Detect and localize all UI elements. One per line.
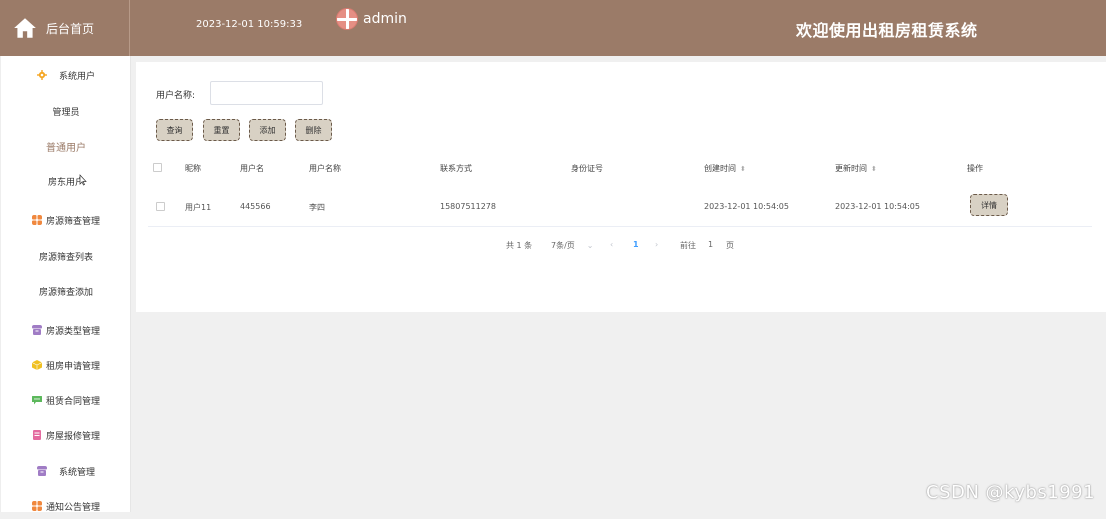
- column-header-actions: 操作: [967, 164, 983, 173]
- goto-page-input[interactable]: 1: [708, 240, 713, 249]
- sidebar-subitem-normal-users[interactable]: 普通用户: [1, 133, 131, 159]
- sidebar-item-listing-screening[interactable]: 房源筛查管理: [1, 207, 131, 233]
- reset-button[interactable]: 重置: [203, 119, 240, 141]
- cell-updated: 2023-12-01 10:54:05: [835, 202, 920, 211]
- pagination-total: 共 1 条: [506, 241, 533, 250]
- row-divider: [148, 226, 1092, 227]
- user-menu[interactable]: admin: [336, 8, 407, 30]
- column-header-fullname: 用户名称: [309, 164, 341, 173]
- sidebar-item-label: 管理员: [52, 107, 80, 118]
- cell-phone: 15807511278: [440, 202, 496, 211]
- column-header-created[interactable]: 创建时间 ⬍: [704, 163, 746, 174]
- home-icon: [14, 18, 36, 38]
- chat-icon: [31, 396, 42, 405]
- page-unit-label: 页: [726, 241, 734, 250]
- sidebar-item-system-users[interactable]: 系统用户: [1, 62, 131, 88]
- goto-label: 前往: [680, 241, 696, 250]
- sort-icon[interactable]: ⬍: [871, 165, 877, 173]
- cell-fullname: 李四: [309, 203, 325, 212]
- sidebar-item-rental-applications[interactable]: 租房申请管理: [1, 352, 131, 378]
- row-checkbox[interactable]: [156, 202, 165, 211]
- sidebar-item-label: 通知公告管理: [45, 502, 100, 513]
- sidebar-item-label: 房源类型管理: [45, 326, 100, 337]
- page-number-current[interactable]: 1: [633, 240, 639, 249]
- sidebar-item-repairs[interactable]: 房屋报修管理: [1, 422, 131, 448]
- page-size-select[interactable]: 7条/页 ⌄: [551, 240, 594, 251]
- column-header-phone: 联系方式: [440, 164, 472, 173]
- avatar: [336, 8, 358, 30]
- box-icon: [31, 325, 42, 335]
- cube-icon: [31, 360, 42, 370]
- column-header-updated-label: 更新时间: [835, 164, 867, 173]
- column-header-created-label: 创建时间: [704, 164, 736, 173]
- select-all-checkbox[interactable]: [153, 163, 162, 172]
- column-header-idcard: 身份证号: [571, 164, 603, 173]
- next-page-icon[interactable]: ›: [655, 240, 658, 249]
- sidebar-subitem-admin[interactable]: 管理员: [1, 98, 131, 124]
- column-header-nickname: 昵称: [185, 164, 201, 173]
- sidebar-item-label: 系统用户: [58, 71, 95, 82]
- chevron-down-icon: ⌄: [586, 241, 594, 250]
- sidebar-subitem-screening-list[interactable]: 房源筛查列表: [1, 243, 131, 269]
- column-header-updated[interactable]: 更新时间 ⬍: [835, 163, 877, 174]
- home-link[interactable]: 后台首页: [0, 0, 130, 56]
- cell-created: 2023-12-01 10:54:05: [704, 202, 789, 211]
- query-button[interactable]: 查询: [156, 119, 193, 141]
- watermark: CSDN @kybs1991: [926, 482, 1096, 503]
- main-panel: 用户名称: 查询 重置 添加 删除 昵称 用户名 用户名称 联系方式 身份证号 …: [136, 62, 1106, 312]
- search-label: 用户名称:: [156, 91, 196, 101]
- sidebar-item-announcements[interactable]: 通知公告管理: [1, 493, 131, 519]
- grid-icon: [31, 501, 42, 511]
- cell-nickname: 用户11: [185, 203, 212, 212]
- sidebar-item-label: 租房申请管理: [45, 361, 100, 372]
- home-label: 后台首页: [46, 21, 95, 36]
- sidebar-subitem-screening-add[interactable]: 房源筛查添加: [1, 278, 131, 304]
- username-search-input[interactable]: [210, 81, 323, 105]
- sidebar-item-label: 房源筛查管理: [45, 216, 100, 227]
- sidebar-item-lease-contracts[interactable]: 租赁合同管理: [1, 387, 131, 413]
- sidebar: 系统用户 管理员 普通用户 房东用户 房源筛查管理 房源筛查列表 房源筛查添加 …: [0, 56, 131, 513]
- datetime-display: 2023-12-01 10:59:33: [196, 19, 303, 30]
- column-header-username: 用户名: [240, 164, 264, 173]
- doc-icon: [32, 430, 41, 440]
- cell-username: 445566: [240, 202, 271, 211]
- detail-button[interactable]: 详情: [970, 194, 1008, 216]
- top-header: 后台首页 2023-12-01 10:59:33 admin 欢迎使用出租房租赁…: [0, 0, 1106, 56]
- prev-page-icon[interactable]: ‹: [610, 240, 613, 249]
- sidebar-item-system-management[interactable]: 系统管理: [1, 458, 131, 484]
- page-size-value: 7条/页: [551, 241, 575, 250]
- gear-icon: [36, 70, 47, 80]
- sidebar-item-label: 房屋报修管理: [45, 431, 100, 442]
- sort-icon[interactable]: ⬍: [740, 165, 746, 173]
- sidebar-item-label: 房源筛查添加: [38, 287, 93, 298]
- sidebar-item-label: 租赁合同管理: [45, 396, 100, 407]
- sidebar-item-label: 房源筛查列表: [38, 252, 93, 263]
- add-button[interactable]: 添加: [249, 119, 286, 141]
- sidebar-item-label: 系统管理: [58, 467, 95, 478]
- sidebar-item-listing-types[interactable]: 房源类型管理: [1, 317, 131, 343]
- sidebar-item-label: 普通用户: [46, 142, 86, 154]
- delete-button[interactable]: 删除: [295, 119, 332, 141]
- grid-icon: [31, 215, 42, 225]
- username-label: admin: [363, 11, 407, 27]
- box-icon: [36, 466, 47, 476]
- mouse-cursor-icon: [79, 174, 87, 186]
- site-title: 欢迎使用出租房租赁系统: [796, 21, 978, 40]
- sidebar-subitem-landlord-users[interactable]: 房东用户: [1, 168, 131, 194]
